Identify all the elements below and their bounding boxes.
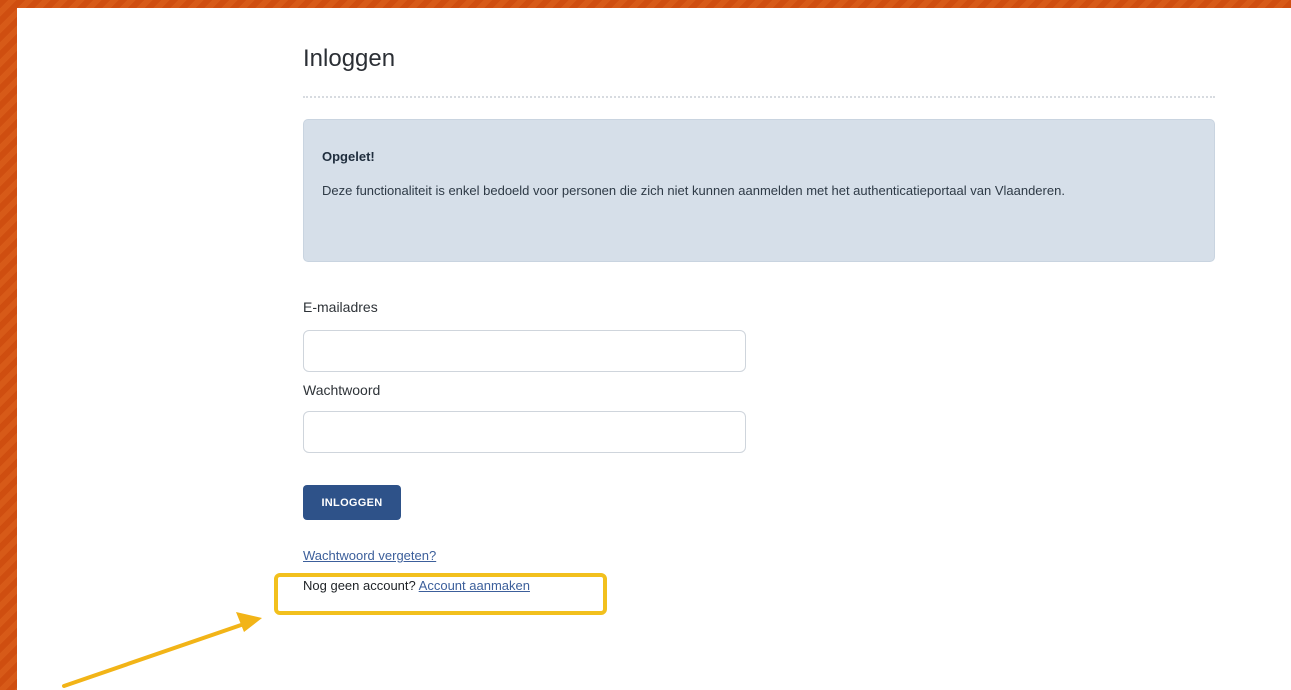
arrow-head-icon	[236, 612, 262, 632]
arrow-annotation	[62, 612, 262, 688]
arrow-shaft	[62, 622, 246, 688]
